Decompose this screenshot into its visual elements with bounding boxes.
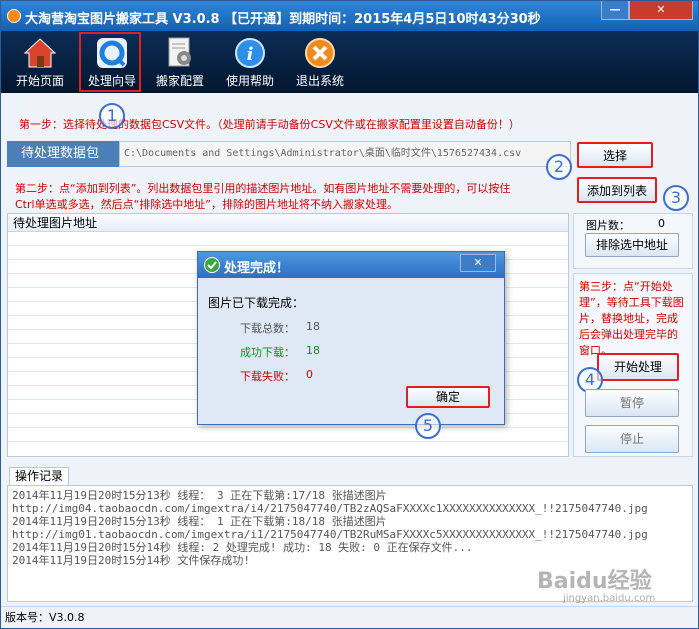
fail-value: 0: [306, 368, 313, 381]
tab-operation-log[interactable]: 操作记录: [9, 467, 69, 485]
annotation-5: 5: [415, 413, 441, 439]
window-title: 大淘营淘宝图片搬家工具 V3.0.8 【已开通】到期时间：2015年4月5日10…: [25, 12, 541, 27]
wizard-highlight: [79, 32, 141, 92]
toolbar-help-label: 使用帮助: [225, 74, 274, 88]
dialog-close-button[interactable]: ✕: [460, 254, 496, 272]
toolbar-help-button[interactable]: i 使用帮助: [217, 33, 283, 91]
svg-text:i: i: [247, 44, 254, 65]
dialog-title-bar[interactable]: 处理完成！ ✕: [198, 252, 504, 278]
success-label: 成功下载：: [240, 346, 295, 359]
config-icon: [163, 36, 197, 70]
log-line: http://img04.taobaocdn.com/imgextra/i4/2…: [12, 502, 648, 515]
toolbar-home-button[interactable]: 开始页面: [7, 33, 73, 91]
toolbar-home-label: 开始页面: [15, 74, 64, 88]
main-window: 大淘营淘宝图片搬家工具 V3.0.8 【已开通】到期时间：2015年4月5日10…: [0, 0, 699, 629]
minimize-icon: —: [609, 3, 621, 16]
annotation-3: 3: [663, 185, 689, 211]
completion-dialog: 处理完成！ ✕ 图片已下载完成： 下载总数： 18 成功下载： 18 下载失败：…: [197, 251, 505, 425]
step2-line2: Ctrl单选或多选，然后点“排除选中地址”，排除的图片地址将不纳入搬家处理。: [15, 198, 398, 211]
csv-label: 待处理数据包: [7, 141, 119, 167]
home-icon: [23, 36, 57, 70]
annotation-2: 2: [546, 154, 572, 180]
ok-button[interactable]: 确定: [406, 386, 490, 408]
log-line: 2014年11月19日20时15分13秒 线程： 1 正在下载第:18/18 张…: [12, 515, 387, 528]
step1-text: 第一步：选择待处理的数据包CSV文件。（处理前请手动备份CSV文件或在搬家配置里…: [19, 118, 520, 131]
step2-text: 第二步：点“添加到列表”。列出数据包里引用的描述图片地址。如有图片地址不需要处理…: [15, 181, 575, 213]
stop-button[interactable]: 停止: [585, 425, 679, 453]
toolbar-exit-button[interactable]: 退出系统: [287, 33, 353, 91]
close-icon: ✕: [473, 256, 483, 269]
annotation-1: 1: [99, 103, 125, 129]
close-icon: ✕: [656, 3, 666, 16]
exit-icon: [303, 36, 337, 70]
toolbar: 开始页面 处理向导 搬家配置 i 使用帮助 退出系统: [1, 31, 698, 93]
list-row: [8, 232, 568, 246]
watermark-url: jingyan.baidu.com: [563, 593, 656, 604]
toolbar-config-button[interactable]: 搬家配置: [147, 33, 213, 91]
total-value: 18: [306, 320, 320, 333]
log-line: 2014年11月19日20时15分13秒 线程： 3 正在下载第:17/18 张…: [12, 489, 387, 502]
toolbar-config-label: 搬家配置: [155, 74, 204, 88]
app-logo-icon: [7, 9, 21, 23]
pause-button[interactable]: 暂停: [585, 389, 679, 417]
image-count-value: 0: [658, 217, 665, 230]
log-line: http://img01.taobaocdn.com/imgextra/i1/2…: [12, 528, 648, 541]
fail-label: 下载失败：: [240, 370, 295, 383]
minimize-button[interactable]: —: [601, 1, 629, 20]
select-button[interactable]: 选择: [577, 142, 653, 168]
success-value: 18: [306, 344, 320, 357]
dialog-heading: 图片已下载完成：: [208, 296, 305, 310]
log-line: 2014年11月19日20时15分14秒 线程: 2 处理完成! 成功: 18 …: [12, 541, 473, 554]
csv-path-field[interactable]: C:\Documents and Settings\Administrator\…: [119, 141, 571, 167]
start-processing-button[interactable]: 开始处理: [597, 353, 679, 381]
total-label: 下载总数：: [240, 322, 295, 335]
image-list-header: 待处理图片地址: [8, 214, 568, 232]
dialog-title: 处理完成！: [224, 261, 290, 276]
exclude-selected-button[interactable]: 排除选中地址: [585, 233, 679, 257]
success-check-icon: [204, 257, 220, 273]
status-bar: 版本号：V3.0.8: [1, 606, 698, 628]
image-count-label: 图片数：: [586, 219, 630, 232]
close-button[interactable]: ✕: [629, 1, 693, 20]
toolbar-exit-label: 退出系统: [295, 74, 344, 88]
list-row: [8, 428, 568, 442]
version-label: 版本号：V3.0.8: [5, 611, 85, 624]
add-to-list-button[interactable]: 添加到列表: [577, 177, 657, 203]
title-bar[interactable]: 大淘营淘宝图片搬家工具 V3.0.8 【已开通】到期时间：2015年4月5日10…: [1, 1, 698, 31]
step2-line1: 第二步：点“添加到列表”。列出数据包里引用的描述图片地址。如有图片地址不需要处理…: [15, 182, 511, 195]
help-icon: i: [233, 36, 267, 70]
step3-text: 第三步：点“开始处理”，等待工具下载图片，替换地址，完成后会弹出处理完毕的窗口。: [579, 280, 684, 357]
watermark-brand: Baidu经验: [537, 569, 652, 594]
